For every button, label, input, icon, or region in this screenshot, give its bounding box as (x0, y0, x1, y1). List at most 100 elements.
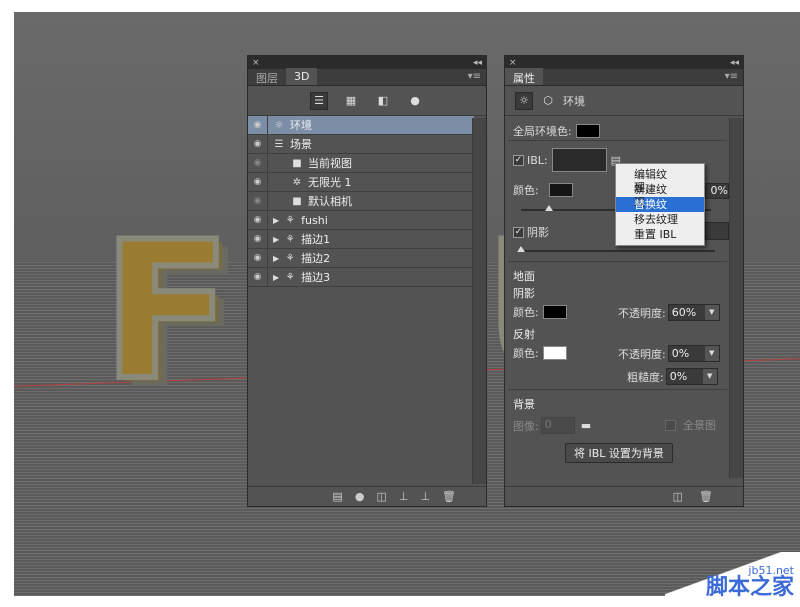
trash-icon[interactable]: 🗑 (699, 490, 713, 503)
ibl-texture-thumbnail[interactable] (551, 148, 607, 172)
3d-panel: × ◂◂ 图层 3D ▾≡ ☰ ▦ ◧ ● ◉ ☼ 环境 ◉ ☰ 场景 ◉ ■ 当前视图 ◉ ✲ 无限… (247, 55, 487, 507)
coordinates-icon[interactable]: ⬡ (539, 92, 557, 110)
slider-thumb[interactable] (517, 246, 525, 252)
ground-icon[interactable]: ⊥ (399, 490, 409, 503)
chevron-down-icon[interactable]: ▼ (704, 305, 719, 320)
expand-arrow-icon[interactable]: ▶ (273, 216, 279, 225)
mesh-add-icon[interactable]: ▤ (332, 490, 342, 503)
visibility-eye-icon[interactable]: ◉ (248, 154, 268, 172)
ibl-intensity-field[interactable]: 0% (705, 183, 729, 199)
texture-context-menu: 编辑纹理...新建纹理...替换纹理...移去纹理重置 IBL (615, 163, 705, 246)
layer-row[interactable]: ◉ ☰ 场景 (248, 135, 474, 154)
mesh-icon: ⚘ (285, 214, 295, 226)
layer-row[interactable]: ◉ ☼ 环境 (248, 116, 474, 135)
roughness-label: 粗糙度: (627, 370, 664, 384)
3d-layer-list: ◉ ☼ 环境 ◉ ☰ 场景 ◉ ■ 当前视图 ◉ ✲ 无限光 1 ◉ ■ 默认相机 ◉ ▶ ⚘ fushi ◉ ▶ ⚘ 描边… (248, 116, 474, 287)
layer-name: 默认相机 (308, 195, 352, 208)
layer-name: 场景 (290, 138, 312, 151)
tab-properties[interactable]: 属性 (505, 68, 543, 85)
ibl-color-swatch[interactable] (548, 183, 573, 197)
reflection-color-swatch[interactable] (542, 346, 567, 360)
layer-scrollbar[interactable] (472, 118, 486, 484)
expand-arrow-icon[interactable]: ▶ (273, 254, 279, 263)
light-filter-icon[interactable]: ● (406, 92, 424, 110)
trash-icon[interactable]: 🗑 (442, 490, 456, 503)
scene-icon: ☰ (274, 138, 284, 150)
context-menu-item[interactable]: 新建纹理... (616, 182, 704, 209)
ground-opacity-label: 不透明度: (618, 306, 666, 320)
ibl-label: IBL: (527, 153, 548, 167)
context-menu-item[interactable]: 替换纹理... (616, 197, 704, 224)
background-section-title: 背景 (513, 398, 535, 411)
context-menu-item[interactable]: 重置 IBL (616, 227, 704, 242)
panorama-label: 全景图 (683, 419, 716, 432)
folder-icon[interactable]: ▬ (581, 419, 591, 432)
mesh-icon: ⚘ (285, 252, 295, 264)
material-filter-icon[interactable]: ◧ (374, 92, 392, 110)
environment-icon[interactable]: ☼ (515, 91, 533, 110)
shadow-row: ✓ 阴影 (513, 224, 549, 240)
close-icon[interactable]: × (509, 58, 517, 68)
shadow-softness-slider[interactable] (517, 246, 715, 252)
global-ambient-swatch[interactable] (575, 124, 600, 138)
panel-menu-icon[interactable]: ▾≡ (725, 71, 738, 82)
properties-panel: × ◂◂ 属性 ▾≡ ☼ ⬡ 环境 全局环境色: ✓ IBL: ▤ 颜色: 0%… (504, 55, 744, 507)
layer-row[interactable]: ◉ ■ 默认相机 (248, 192, 474, 211)
context-menu-item[interactable]: 移去纹理 (616, 212, 704, 227)
panorama-checkbox[interactable] (665, 419, 676, 431)
image-field[interactable]: 0 (540, 417, 575, 434)
layer-row[interactable]: ◉ ▶ ⚘ fushi (248, 211, 474, 230)
render-icon[interactable]: ◫ (673, 490, 683, 503)
visibility-eye-icon[interactable]: ◉ (248, 268, 268, 286)
slider-thumb[interactable] (545, 205, 553, 211)
collapse-icon[interactable]: ◂◂ (730, 58, 739, 68)
light-add-icon[interactable]: ● (355, 490, 365, 503)
layer-row[interactable]: ◉ ▶ ⚘ 描边1 (248, 230, 474, 249)
layer-name: 环境 (290, 119, 312, 132)
ibl-checkbox[interactable]: ✓ (513, 154, 524, 166)
layer-name: 描边3 (301, 271, 331, 284)
set-ibl-background-button[interactable]: 将 IBL 设置为背景 (565, 443, 673, 463)
ground-color-row: 颜色: (513, 304, 567, 320)
roughness-row: 粗糙度: 0% ▼ (627, 368, 718, 385)
mesh-filter-icon[interactable]: ▦ (342, 92, 360, 110)
visibility-eye-icon[interactable]: ◉ (248, 192, 268, 210)
context-menu-item[interactable]: 编辑纹理... (616, 167, 704, 194)
ground-color-label: 颜色: (513, 306, 539, 319)
shadow-softness-field[interactable] (705, 222, 729, 240)
panel-menu-icon[interactable]: ▾≡ (468, 71, 481, 82)
reflection-opacity-dropdown[interactable]: 0% ▼ (667, 345, 720, 362)
tab-layers[interactable]: 图层 (248, 68, 286, 85)
visibility-eye-icon[interactable]: ◉ (248, 173, 268, 191)
layer-row[interactable]: ◉ ✲ 无限光 1 (248, 173, 474, 192)
background-image-row: 图像: 0 ▬ (513, 417, 591, 434)
roughness-dropdown[interactable]: 0% ▼ (665, 368, 718, 385)
layer-name: 描边1 (301, 233, 331, 246)
visibility-eye-icon[interactable]: ◉ (248, 230, 268, 248)
layer-row[interactable]: ◉ ▶ ⚘ 描边3 (248, 268, 474, 287)
close-icon[interactable]: × (252, 58, 260, 68)
watermark-logo-text: 脚本之家 (705, 575, 794, 600)
shadow-checkbox[interactable]: ✓ (513, 226, 524, 238)
chevron-down-icon[interactable]: ▼ (702, 369, 717, 384)
collapse-icon[interactable]: ◂◂ (473, 58, 482, 68)
visibility-eye-icon[interactable]: ◉ (248, 116, 268, 134)
visibility-eye-icon[interactable]: ◉ (248, 135, 268, 153)
ground-opacity-dropdown[interactable]: 60% ▼ (667, 304, 720, 321)
properties-title: 环境 (563, 94, 585, 108)
expand-arrow-icon[interactable]: ▶ (273, 273, 279, 282)
drop-ground-icon[interactable]: ⊥ (420, 490, 430, 503)
properties-scrollbar[interactable] (729, 118, 743, 478)
reflection-color-label: 颜色: (513, 347, 539, 360)
scene-filter-icon[interactable]: ☰ (310, 91, 328, 110)
ground-color-swatch[interactable] (542, 305, 567, 319)
layer-row[interactable]: ◉ ▶ ⚘ 描边2 (248, 249, 474, 268)
render-icon[interactable]: ◫ (376, 490, 386, 503)
layer-row[interactable]: ◉ ■ 当前视图 (248, 154, 474, 173)
expand-arrow-icon[interactable]: ▶ (273, 235, 279, 244)
visibility-eye-icon[interactable]: ◉ (248, 211, 268, 229)
visibility-eye-icon[interactable]: ◉ (248, 249, 268, 267)
roughness-value: 0% (669, 370, 688, 383)
tab-3d[interactable]: 3D (286, 68, 318, 85)
chevron-down-icon[interactable]: ▼ (704, 346, 719, 361)
